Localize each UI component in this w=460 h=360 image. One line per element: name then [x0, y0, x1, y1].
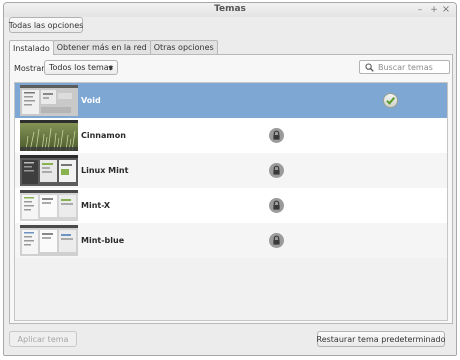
theme-name: Mint-X	[81, 201, 111, 210]
theme-thumbnail-mint-blue	[20, 225, 78, 256]
apply-theme-button[interactable]: Aplicar tema	[9, 331, 77, 347]
window-title: Temas	[214, 4, 246, 14]
theme-filter-select[interactable]: Todos los temas ▼	[44, 60, 118, 75]
tab-get-more-online[interactable]: Obtener más en la red	[52, 40, 151, 54]
theme-row-void[interactable]: Void	[15, 83, 447, 118]
lock-icon	[269, 163, 284, 178]
theme-name: Mint-blue	[81, 236, 125, 245]
minimize-icon[interactable]: –	[414, 4, 426, 16]
theme-row-linux-mint[interactable]: Linux Mint	[15, 153, 447, 188]
installed-panel: Mostrar Todos los temas ▼ Buscar temas V…	[9, 54, 453, 324]
theme-list: Void Cinnamon Linux Mint Mint-X Mint-blu…	[14, 82, 448, 321]
theme-thumbnail-cinnamon	[20, 120, 78, 151]
tab-other-options[interactable]: Otras opciones	[149, 40, 218, 54]
maximize-icon[interactable]: +	[428, 4, 440, 16]
theme-filter-value: Todos los temas	[49, 63, 113, 72]
all-options-button[interactable]: Todas las opciones	[9, 17, 83, 33]
title-bar[interactable]: Temas – + ×	[4, 3, 456, 17]
theme-name: Linux Mint	[81, 166, 129, 175]
lock-icon	[269, 233, 284, 248]
search-input[interactable]: Buscar temas	[359, 60, 450, 74]
close-icon[interactable]: ×	[440, 4, 452, 16]
theme-name: Cinnamon	[81, 131, 126, 140]
active-check-icon	[383, 93, 398, 108]
theme-row-mint-blue[interactable]: Mint-blue	[15, 223, 447, 258]
theme-name: Void	[81, 96, 101, 105]
chevron-down-icon: ▼	[108, 65, 113, 72]
theme-row-mint-x[interactable]: Mint-X	[15, 188, 447, 223]
theme-row-cinnamon[interactable]: Cinnamon	[15, 118, 447, 153]
lock-icon	[269, 128, 284, 143]
search-icon	[365, 62, 374, 72]
tab-installed[interactable]: Instalado	[9, 40, 54, 55]
theme-thumbnail-void	[20, 85, 78, 116]
theme-thumbnail-mint-x	[20, 190, 78, 221]
show-label: Mostrar	[14, 64, 45, 73]
search-placeholder: Buscar temas	[378, 62, 433, 72]
restore-default-theme-button[interactable]: Restaurar tema predeterminado	[317, 331, 446, 347]
theme-thumbnail-linux-mint	[20, 155, 78, 186]
lock-icon	[269, 198, 284, 213]
tab-bar: Instalado Obtener más en la red Otras op…	[9, 40, 218, 55]
themes-window: Temas – + × Todas las opciones Instalado…	[3, 2, 457, 356]
